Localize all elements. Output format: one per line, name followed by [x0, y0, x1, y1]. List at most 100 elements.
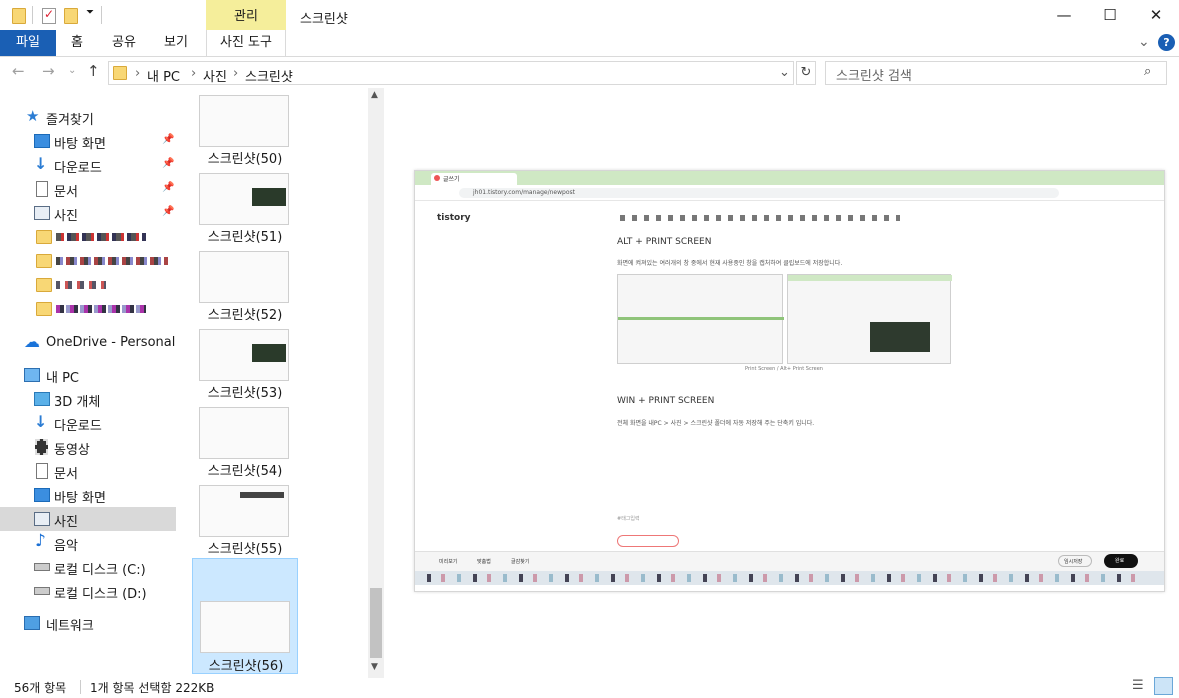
tab-view[interactable]: 보기 [158, 30, 194, 56]
nav-downloads[interactable]: ↓ 다운로드 📌 [0, 153, 176, 177]
nav-3d-objects[interactable]: 3D 개체 [0, 387, 176, 411]
file-tile[interactable]: 스크린샷(52) [192, 248, 298, 325]
file-tile[interactable]: 스크린샷(50) [192, 92, 298, 169]
preview-editor-toolbar [620, 215, 900, 221]
redacted-label [56, 233, 146, 241]
nav-videos[interactable]: 동영상 [0, 435, 176, 459]
chevron-down-icon[interactable]: ⌄ [779, 65, 790, 80]
drive-icon [34, 587, 50, 595]
file-name: 스크린샷(53) [207, 386, 283, 401]
tab-home[interactable]: 홈 [62, 30, 92, 56]
chevron-right-icon: › [191, 66, 197, 81]
help-icon[interactable]: ? [1158, 34, 1175, 51]
nav-desktop[interactable]: 바탕 화면 📌 [0, 129, 176, 153]
tab-share[interactable]: 공유 [106, 30, 142, 56]
customize-toolbar-icon[interactable]: ⏷ [86, 7, 94, 18]
nav-music[interactable]: ♪ 음악 [0, 531, 176, 555]
preview-url: jh01.tistory.com/manage/newpost [473, 189, 575, 196]
nav-folder-redacted[interactable] [0, 273, 176, 297]
download-icon: ↓ [34, 412, 48, 431]
nav-folder-redacted[interactable] [0, 297, 176, 321]
ribbon: 파일 홈 공유 보기 사진 도구 ⌄ ? [0, 30, 1179, 57]
preview-footer-item: 맞춤법 [477, 559, 491, 565]
preview-tag-input: #태그입력 [617, 516, 640, 522]
folder-icon [36, 278, 52, 292]
nav-label: 동영상 [54, 443, 90, 458]
large-icons-view-icon[interactable] [1154, 677, 1173, 695]
thumbnail [200, 601, 290, 653]
status-bar: 56개 항목 1개 항목 선택함 222KB ☰ [0, 676, 1179, 698]
nav-quick-access[interactable]: ★ 즐겨찾기 [0, 105, 176, 129]
thumbnail [199, 95, 289, 147]
thumbnail [199, 407, 289, 459]
nav-pc-downloads[interactable]: ↓ 다운로드 [0, 411, 176, 435]
nav-label: 즐겨찾기 [46, 113, 94, 128]
tab-manage[interactable]: 관리 [206, 0, 286, 32]
breadcrumb-this-pc[interactable]: 내 PC [147, 66, 180, 85]
file-tile-selected[interactable]: 스크린샷(56) [192, 558, 298, 674]
nav-label: 내 PC [46, 371, 80, 386]
nav-documents[interactable]: 문서 📌 [0, 177, 176, 201]
nav-folder-redacted[interactable] [0, 225, 176, 249]
nav-label: 다운로드 [54, 419, 102, 434]
nav-network[interactable]: 네트워크 [0, 611, 176, 635]
nav-onedrive[interactable]: ☁ OneDrive - Personal [0, 331, 176, 355]
nav-drive-c[interactable]: 로컬 디스크 (C:) [0, 555, 176, 579]
title-bar: ✓ ⏷ 관리 스크린샷 — ☐ ✕ [0, 0, 1179, 32]
nav-this-pc[interactable]: 내 PC [0, 363, 176, 387]
tab-photo-tools[interactable]: 사진 도구 [206, 30, 286, 56]
nav-folder-redacted[interactable] [0, 249, 176, 273]
maximize-button[interactable]: ☐ [1087, 0, 1133, 30]
properties-icon[interactable]: ✓ [42, 7, 56, 24]
item-count: 56개 항목 [14, 681, 67, 695]
file-tile[interactable]: 스크린샷(55) [192, 482, 298, 559]
expand-ribbon-icon[interactable]: ⌄ [1138, 34, 1150, 50]
thumbnail [199, 329, 289, 381]
address-bar[interactable]: › 내 PC › 사진 › 스크린샷 ⌄ [108, 61, 794, 85]
nav-pc-desktop[interactable]: 바탕 화면 [0, 483, 176, 507]
pin-icon: 📌 [162, 158, 175, 169]
minimize-button[interactable]: — [1041, 0, 1087, 30]
scroll-up-icon[interactable]: ▲ [371, 90, 378, 100]
preview-temp-save: 임시저장 [1064, 559, 1083, 565]
up-icon[interactable]: ↑ [87, 62, 100, 80]
nav-pc-pictures[interactable]: 사진 [0, 507, 176, 531]
nav-label: 3D 개체 [54, 395, 101, 410]
breadcrumb-pictures[interactable]: 사진 [203, 66, 227, 85]
file-tile[interactable]: 스크린샷(53) [192, 326, 298, 403]
chevron-right-icon: › [233, 66, 239, 81]
file-name: 스크린샷(56) [208, 659, 284, 674]
recent-locations-icon[interactable]: ⌄ [68, 65, 76, 76]
nav-drive-d[interactable]: 로컬 디스크 (D:) [0, 579, 176, 603]
desktop-icon [34, 488, 50, 502]
refresh-icon[interactable]: ↻ [796, 61, 816, 85]
preview-pane: 글쓰기 jh01.tistory.com/manage/newpost tist… [414, 170, 1165, 592]
back-icon[interactable]: ← [12, 62, 25, 80]
search-input[interactable]: 스크린샷 검색 ⌕ [825, 61, 1167, 85]
close-button[interactable]: ✕ [1133, 0, 1179, 30]
nav-pc-documents[interactable]: 문서 [0, 459, 176, 483]
film-icon [35, 439, 48, 455]
scrollbar-thumb[interactable] [370, 588, 382, 658]
file-tile[interactable]: 스크린샷(54) [192, 404, 298, 481]
search-icon[interactable]: ⌕ [1144, 64, 1151, 79]
nav-pictures[interactable]: 사진 📌 [0, 201, 176, 225]
scroll-down-icon[interactable]: ▼ [371, 662, 378, 672]
forward-icon[interactable]: → [42, 62, 55, 80]
star-icon: ★ [26, 107, 40, 125]
tab-file[interactable]: 파일 [0, 30, 56, 56]
document-icon [36, 463, 48, 479]
preview-image [787, 274, 952, 364]
redacted-label [56, 305, 146, 313]
nav-label: 사진 [54, 515, 78, 530]
preview-tab-title: 글쓰기 [443, 176, 460, 183]
network-icon [24, 616, 40, 630]
nav-label: 다운로드 [54, 161, 102, 176]
redacted-label [56, 281, 106, 289]
details-view-icon[interactable]: ☰ [1132, 678, 1144, 693]
breadcrumb-screenshots[interactable]: 스크린샷 [245, 66, 293, 85]
file-tile[interactable]: 스크린샷(51) [192, 170, 298, 247]
new-folder-icon[interactable] [64, 8, 78, 24]
chevron-right-icon: › [135, 66, 141, 81]
nav-label: 음악 [54, 539, 78, 554]
